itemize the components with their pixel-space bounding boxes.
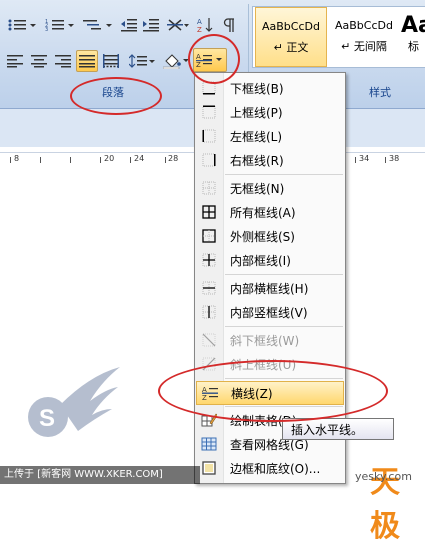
menu-item-label: 边框和底纹(O)... <box>230 461 321 476</box>
align-left-button[interactable] <box>4 50 26 72</box>
annotation-oval-paragraph-label <box>70 77 162 115</box>
menu-item-label: 内部横框线(H) <box>230 281 309 296</box>
site-logo-watermark: S <box>28 367 120 437</box>
distributed-align-icon <box>103 54 119 68</box>
chinese-layout-button[interactable] <box>164 14 192 36</box>
style-normal[interactable]: AaBbCcDd ↵ 正文 <box>255 7 327 67</box>
align-center-button[interactable] <box>28 50 50 72</box>
menu-separator <box>225 326 343 327</box>
border-top-icon <box>196 100 222 124</box>
ruler-mark: 34 <box>359 154 370 163</box>
ruler-mark: 20 <box>104 154 115 163</box>
align-right-button[interactable] <box>52 50 74 72</box>
menu-item-all-borders[interactable]: 所有框线(A) <box>196 200 344 224</box>
menu-item-outside-borders[interactable]: 外侧框线(S) <box>196 224 344 248</box>
bullet-list-icon <box>8 19 36 31</box>
chinese-layout-icon <box>167 19 189 31</box>
line-spacing-button[interactable] <box>126 50 158 72</box>
ruler-mark: 28 <box>168 154 179 163</box>
border-inside-vertical-icon <box>196 300 222 324</box>
multilevel-list-icon <box>83 20 112 30</box>
menu-item-left-border[interactable]: 左框线(L) <box>196 124 344 148</box>
numbered-list-icon: 123 <box>45 19 74 32</box>
border-inside-icon <box>196 248 222 272</box>
show-marks-button[interactable] <box>218 14 240 36</box>
menu-item-top-border[interactable]: 上框线(P) <box>196 100 344 124</box>
style-name: ↵ 正文 <box>273 41 309 54</box>
bullets-button[interactable] <box>4 14 40 36</box>
menu-item-label: 内部框线(I) <box>230 253 291 268</box>
style-name: ↵ 无间隔 <box>341 40 387 53</box>
ruler-mark: 38 <box>389 154 400 163</box>
menu-item-label: 无框线(N) <box>230 181 285 196</box>
menu-item-label: 内部竖框线(V) <box>230 305 308 320</box>
line-spacing-icon <box>129 54 155 68</box>
menu-item-inside-vertical[interactable]: 内部竖框线(V) <box>196 300 344 324</box>
svg-text:A: A <box>197 18 202 26</box>
distributed-button[interactable] <box>100 50 122 72</box>
border-inside-horizontal-icon <box>196 276 222 300</box>
view-gridlines-icon <box>196 432 222 456</box>
justify-button[interactable] <box>76 50 98 72</box>
menu-item-label: 斜下框线(W) <box>230 333 300 348</box>
align-right-icon <box>55 55 71 68</box>
ruler-mark: 8 <box>14 154 20 163</box>
menu-item-label: 上框线(P) <box>230 105 283 120</box>
menu-separator <box>225 174 343 175</box>
align-left-icon <box>7 55 23 68</box>
justify-icon <box>79 55 95 68</box>
border-left-icon <box>196 124 222 148</box>
uploader-watermark: 上传于 [新客网 WWW.XKER.COM] <box>0 466 200 484</box>
sort-icon: AZ <box>197 18 213 33</box>
border-none-icon <box>196 176 222 200</box>
border-all-icon <box>196 200 222 224</box>
annotation-oval-horizontal-line-item <box>158 360 388 422</box>
menu-item-label: 外侧框线(S) <box>230 229 295 244</box>
menu-item-inside-borders[interactable]: 内部框线(I) <box>196 248 344 272</box>
annotation-oval-borders-button <box>188 34 240 84</box>
numbering-button[interactable]: 123 <box>42 14 78 36</box>
svg-text:S: S <box>39 405 55 432</box>
increase-indent-icon <box>143 19 159 32</box>
site-watermark: yesky.com <box>355 470 412 483</box>
style-preview: AaBbCcDd <box>262 20 320 33</box>
menu-item-label: 所有框线(A) <box>230 205 296 220</box>
menu-item-borders-shading[interactable]: 边框和底纹(O)... <box>196 456 344 480</box>
style-heading[interactable]: Aa 标 <box>401 7 425 65</box>
border-diagonal-down-icon <box>196 328 222 352</box>
menu-item-inside-horizontal[interactable]: 内部横框线(H) <box>196 276 344 300</box>
tooltip: 插入水平线。 <box>282 418 394 440</box>
ruler-mark: 24 <box>134 154 145 163</box>
paint-bucket-icon <box>163 54 189 69</box>
style-name: 标 <box>408 40 419 53</box>
style-preview: Aa <box>401 13 425 38</box>
style-no-spacing[interactable]: AaBbCcDd ↵ 无间隔 <box>329 7 399 65</box>
menu-item-no-border[interactable]: 无框线(N) <box>196 176 344 200</box>
menu-item-label: 下框线(B) <box>230 81 284 96</box>
border-outside-icon <box>196 224 222 248</box>
styles-gallery[interactable]: AaBbCcDd ↵ 正文 AaBbCcDd ↵ 无间隔 Aa 标 <box>252 6 425 68</box>
menu-separator <box>225 274 343 275</box>
border-right-icon <box>196 148 222 172</box>
decrease-indent-button[interactable] <box>118 14 140 36</box>
styles-group-label: 样式 <box>369 86 391 99</box>
menu-item-label: 左框线(L) <box>230 129 283 144</box>
svg-text:3: 3 <box>45 27 48 32</box>
menu-item-label: 右框线(R) <box>230 153 284 168</box>
sort-button[interactable]: AZ <box>194 14 216 36</box>
svg-text:Z: Z <box>197 26 202 33</box>
align-center-icon <box>31 55 47 68</box>
style-preview: AaBbCcDd <box>335 19 393 32</box>
increase-indent-button[interactable] <box>140 14 162 36</box>
menu-item-right-border[interactable]: 右框线(R) <box>196 148 344 172</box>
decrease-indent-icon <box>121 19 137 32</box>
paragraph-mark-icon <box>223 18 234 32</box>
menu-item-diagonal-down[interactable]: 斜下框线(W) <box>196 328 344 352</box>
multilevel-list-button[interactable] <box>80 14 116 36</box>
